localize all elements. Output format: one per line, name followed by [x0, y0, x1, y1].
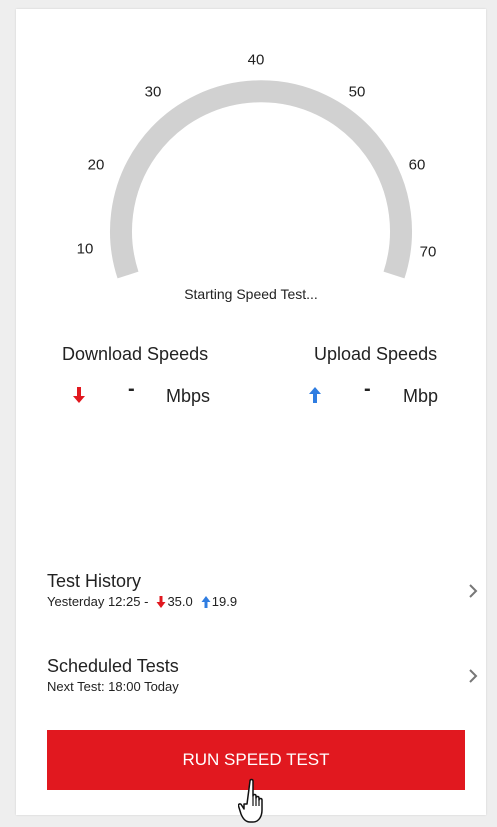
hand-cursor-icon — [238, 778, 263, 823]
gauge-tick-10: 10 — [76, 240, 94, 258]
upload-value: - — [364, 378, 371, 400]
gauge-tick-40: 40 — [247, 51, 265, 69]
upload-unit: Mbp — [403, 386, 439, 406]
test-history-title: Test History — [47, 571, 142, 591]
history-upload-value: 19.9 — [211, 594, 238, 609]
download-unit: Mbps — [166, 386, 211, 406]
upload-title: Upload Speeds — [314, 344, 438, 364]
gauge-tick-50: 50 — [348, 83, 366, 101]
speed-test-card: 10 20 30 40 50 60 70 Starting Speed Test… — [16, 9, 486, 815]
test-status-text: Starting Speed Test... — [184, 286, 318, 302]
download-value: - — [128, 378, 135, 400]
chevron-right-icon[interactable] — [465, 583, 481, 599]
gauge-tick-30: 30 — [144, 83, 162, 101]
history-download-value: 35.0 — [167, 594, 193, 609]
up-arrow-icon — [201, 595, 211, 608]
speed-gauge: 10 20 30 40 50 60 70 — [16, 9, 486, 299]
test-history-item[interactable]: Test History Yesterday 12:25 - 35.0 19.9 — [47, 571, 478, 609]
down-arrow-icon — [156, 595, 166, 608]
test-history-time: Yesterday 12:25 - — [47, 594, 149, 609]
gauge-tick-20: 20 — [87, 156, 105, 174]
down-arrow-icon — [73, 387, 85, 403]
download-title: Download Speeds — [62, 344, 209, 364]
gauge-tick-70: 70 — [419, 243, 437, 261]
gauge-tick-60: 60 — [408, 156, 426, 174]
up-arrow-icon — [309, 387, 321, 403]
scheduled-tests-item[interactable]: Scheduled Tests Next Test: 18:00 Today — [47, 656, 478, 694]
chevron-right-icon[interactable] — [465, 668, 481, 684]
scheduled-tests-next: Next Test: 18:00 Today — [47, 679, 179, 694]
scheduled-tests-title: Scheduled Tests — [47, 656, 179, 676]
test-history-summary: Yesterday 12:25 - 35.0 19.9 — [47, 594, 477, 609]
